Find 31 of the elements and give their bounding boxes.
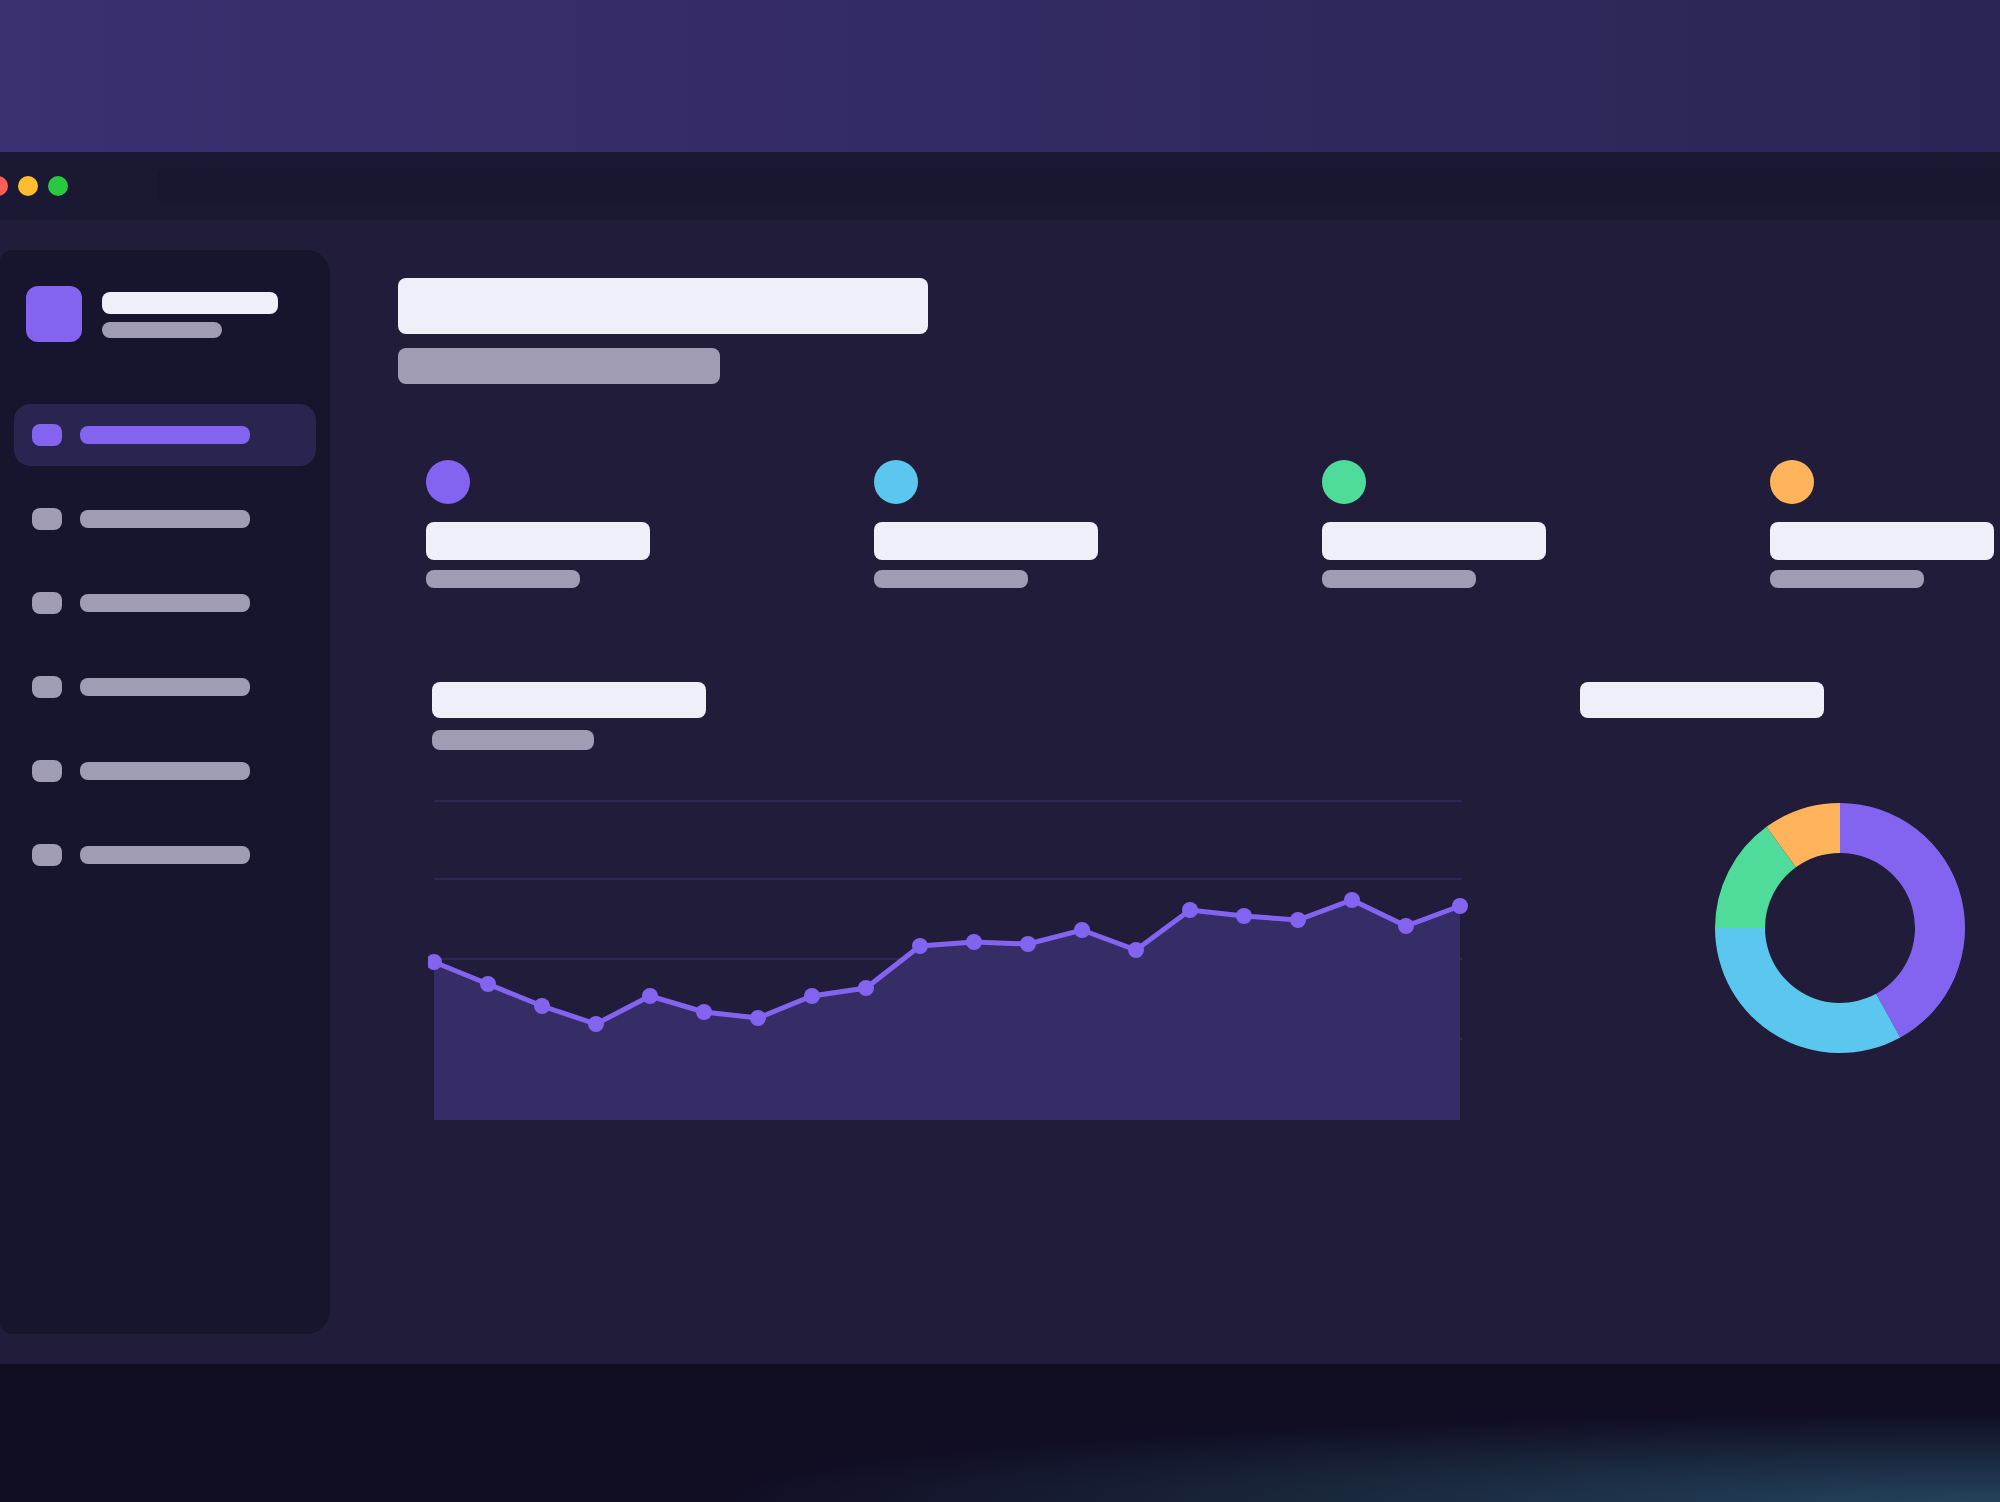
chart-point <box>912 938 928 954</box>
chart-point <box>1290 912 1306 928</box>
nav-icon <box>32 424 62 446</box>
maximize-button[interactable] <box>48 176 68 196</box>
chart-point <box>1236 908 1252 924</box>
chart-point <box>1182 902 1198 918</box>
nav-item[interactable] <box>14 404 316 466</box>
chart-point <box>750 1010 766 1026</box>
chart-point <box>696 1004 712 1020</box>
nav-icon <box>32 508 62 530</box>
minimize-button[interactable] <box>18 176 38 196</box>
nav-icon <box>32 760 62 782</box>
chart-point <box>804 988 820 1004</box>
chart-point <box>1020 936 1036 952</box>
chart-point <box>1452 898 1468 914</box>
chart-point <box>858 980 874 996</box>
chart-point <box>642 988 658 1004</box>
chart-point <box>1128 942 1144 958</box>
chart-point <box>1074 922 1090 938</box>
nav-icon <box>32 844 62 866</box>
nav-icon <box>32 592 62 614</box>
logo-icon <box>26 286 82 342</box>
chart-point <box>480 976 496 992</box>
chart-point <box>966 934 982 950</box>
chart-point <box>534 998 550 1014</box>
chart-point <box>428 954 442 970</box>
chart-point <box>1398 918 1414 934</box>
chart-point <box>1344 892 1360 908</box>
chart-point <box>588 1016 604 1032</box>
text-placeholder <box>102 321 222 337</box>
nav-icon <box>32 676 62 698</box>
